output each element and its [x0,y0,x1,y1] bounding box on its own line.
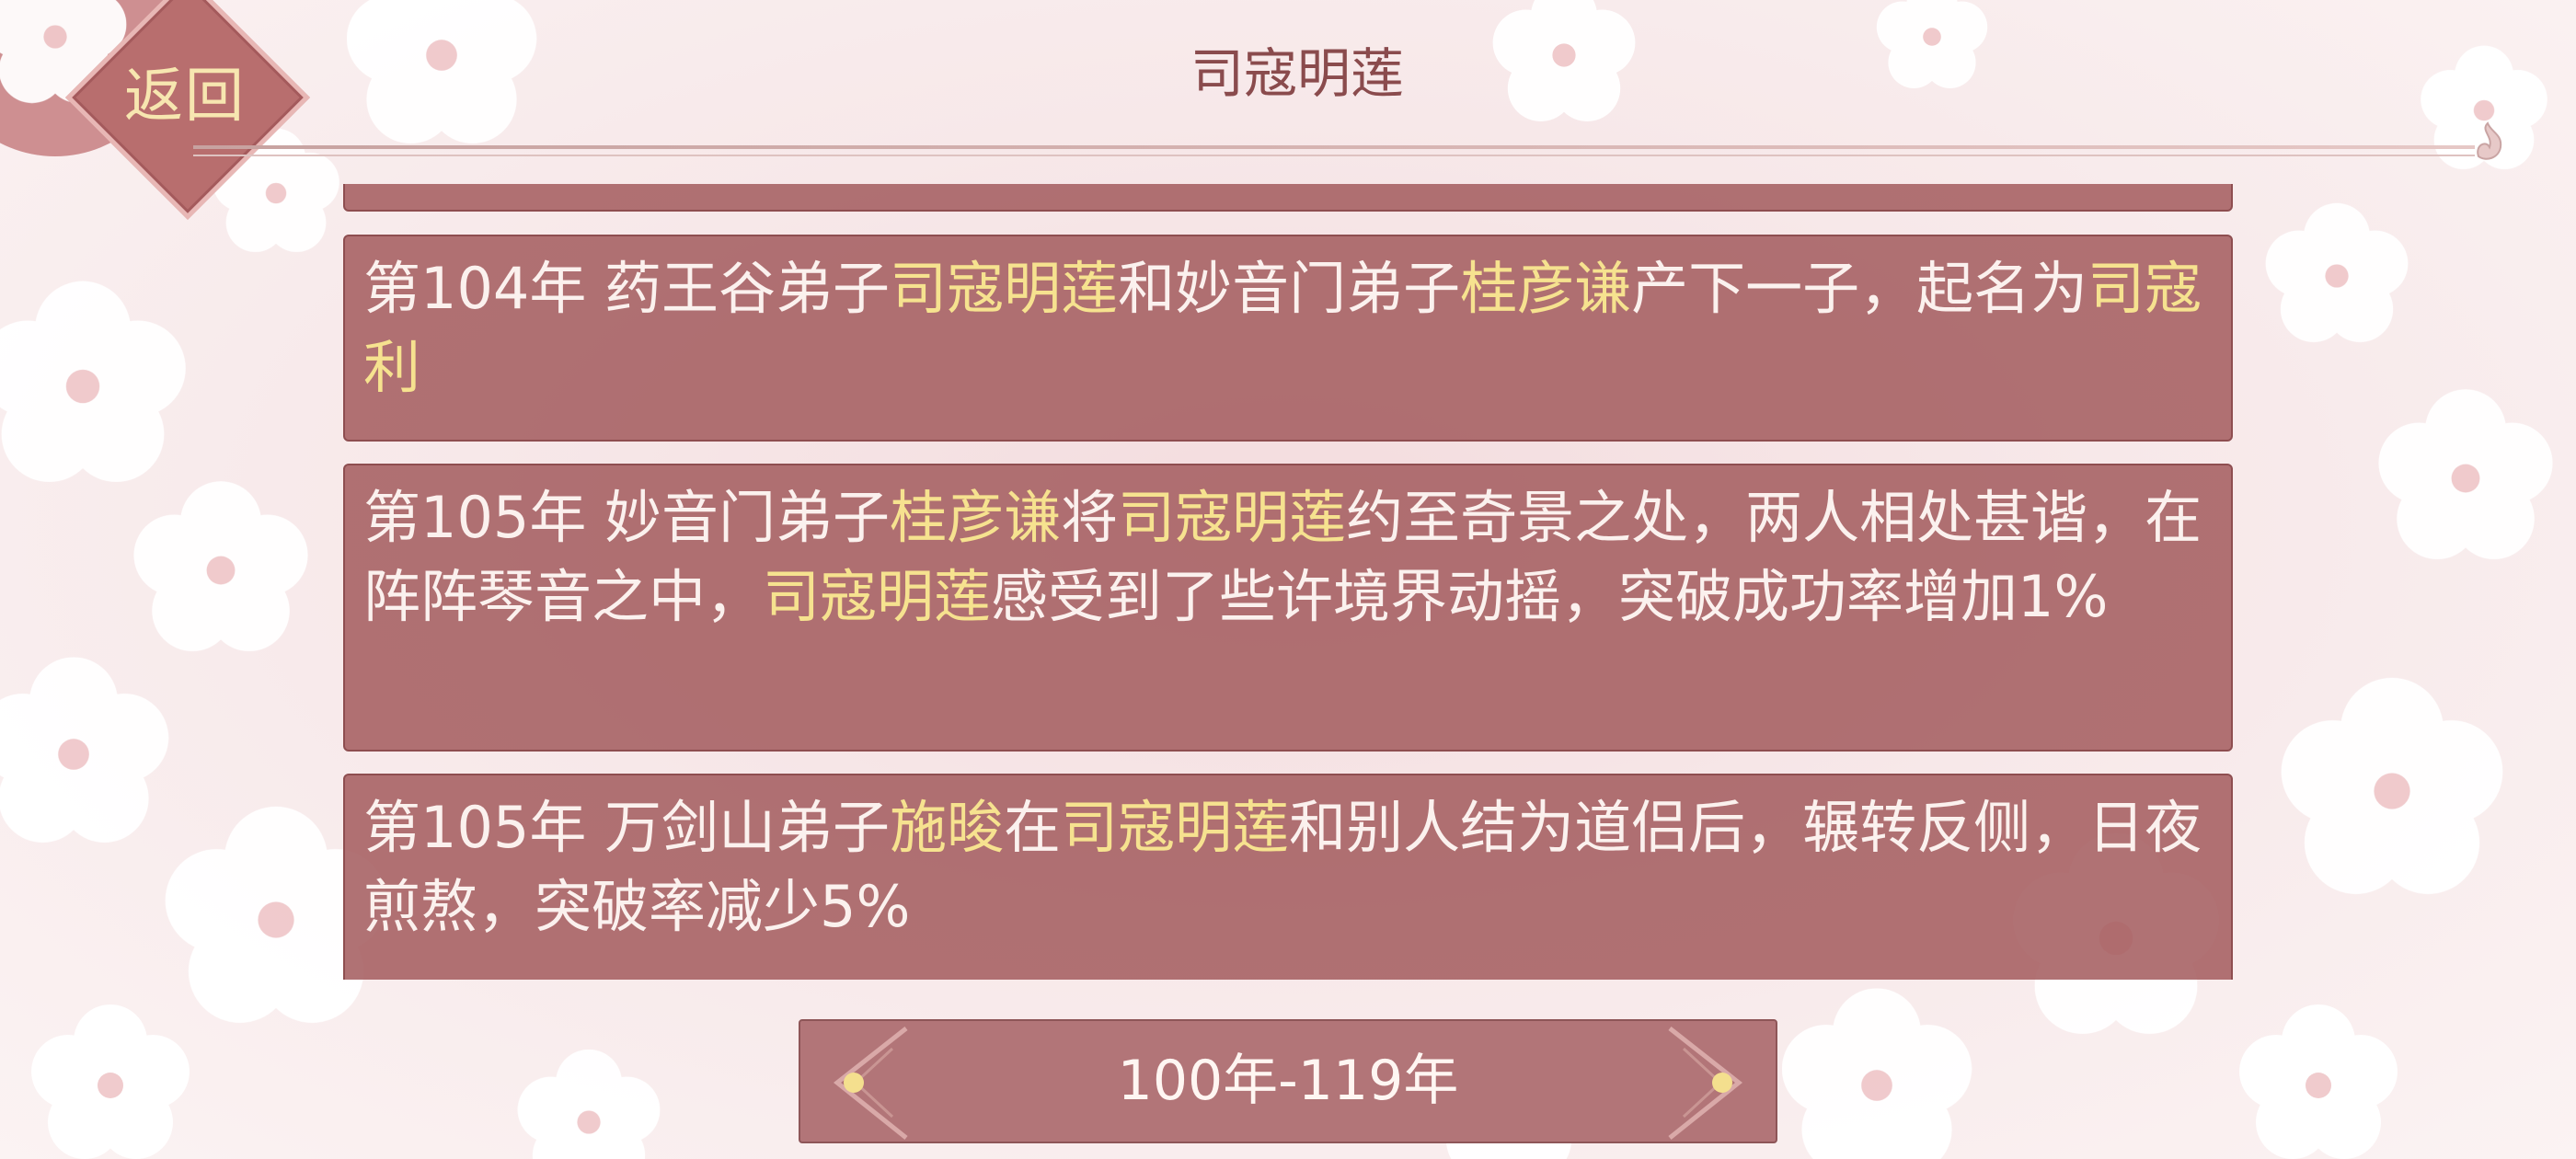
year-range-selector[interactable]: 100年-119年 [799,1019,1777,1143]
arrow-right-icon[interactable] [1656,1021,1757,1145]
event-text: 产下一子，起名为 [1631,255,2088,322]
highlighted-name: 司寇明莲 [890,255,1119,322]
event-card: 第105年 万剑山弟子施晙在司寇明莲和别人结为道侣后，辗转反侧，日夜煎熬，突破率… [343,774,2233,980]
event-text: 第105年 妙音门弟子 [363,484,891,551]
event-list[interactable]: 第104年 药王谷弟子司寇明莲和妙音门弟子桂彦谦产下一子，起名为司寇利 第105… [343,184,2233,980]
cloud-ornament-icon [2477,121,2502,160]
highlighted-name: 司寇明莲 [1061,794,1290,861]
event-card: 第105年 妙音门弟子桂彦谦将司寇明莲约至奇景之处，两人相处甚谐，在阵阵琴音之中… [343,464,2233,752]
header-divider [193,145,2475,149]
back-button[interactable]: 返回 [88,51,282,143]
event-card: 第104年 药王谷弟子司寇明莲和妙音门弟子桂彦谦产下一子，起名为司寇利 [343,235,2233,442]
event-text: 在 [1004,794,1062,861]
event-text: 将 [1061,484,1119,551]
page-title: 司寇明莲 [1190,42,1404,105]
highlighted-name: 桂彦谦 [890,484,1062,551]
header-divider-thin [193,155,2475,156]
highlighted-name: 施晙 [890,794,1005,861]
event-text: 感受到了些许境界动摇，突破成功率增加1% [991,563,2109,630]
highlighted-name: 司寇明莲 [1118,484,1347,551]
year-range-label: 100年-119年 [1117,1049,1459,1113]
event-text: 第105年 万剑山弟子 [363,794,891,861]
event-card-partial [343,184,2233,212]
highlighted-name: 司寇明莲 [763,563,992,630]
highlighted-name: 桂彦谦 [1460,255,1632,322]
event-text: 第104年 药王谷弟子 [363,255,891,322]
event-text: 和妙音门弟子 [1118,255,1461,322]
